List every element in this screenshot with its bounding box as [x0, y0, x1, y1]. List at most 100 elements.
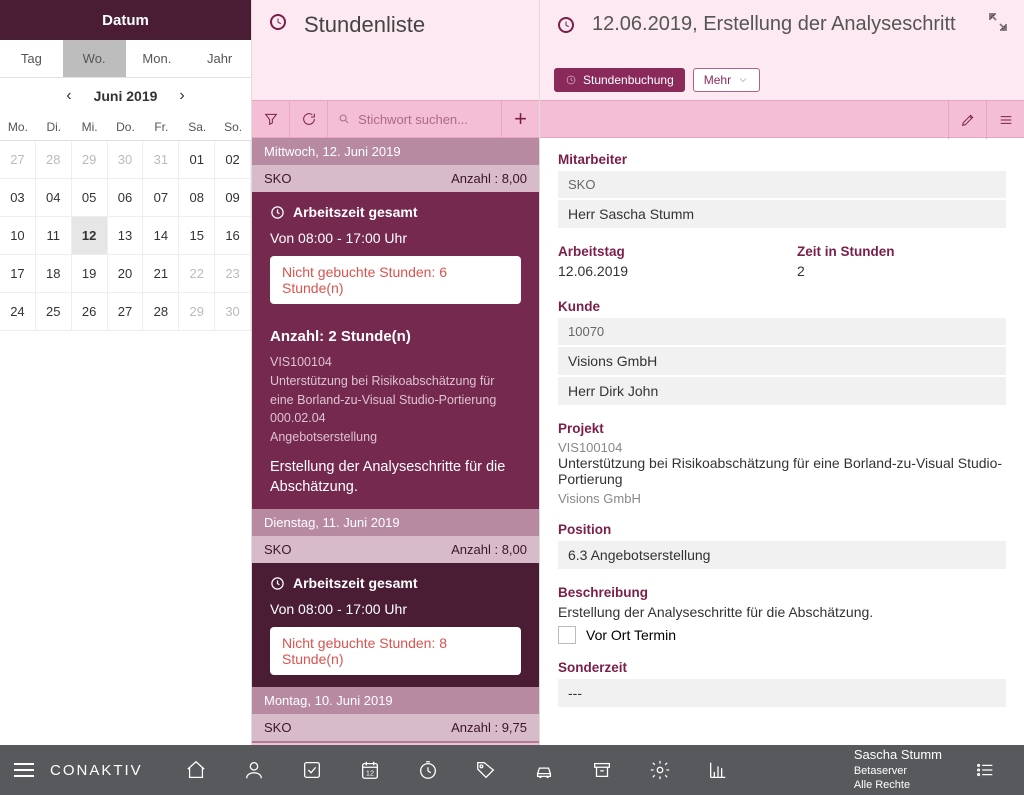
label-beschreibung: Beschreibung [558, 585, 1006, 600]
calendar-day[interactable]: 31 [143, 141, 179, 179]
gear-icon[interactable] [635, 745, 685, 795]
calendar-icon[interactable]: 12 [345, 745, 395, 795]
menu-icon[interactable] [14, 763, 34, 777]
chart-icon[interactable] [693, 745, 743, 795]
timer-nav-icon[interactable] [403, 745, 453, 795]
calendar-day[interactable]: 02 [215, 141, 251, 179]
calendar-day[interactable]: 17 [0, 255, 36, 293]
detail-title: 12.06.2019, Erstellung der Analyseschrit… [592, 13, 972, 36]
calendar-day[interactable]: 05 [72, 179, 108, 217]
refresh-button[interactable] [290, 100, 328, 138]
calendar-day[interactable]: 11 [36, 217, 72, 255]
calendar-day[interactable]: 27 [108, 293, 144, 331]
calendar-day[interactable]: 25 [36, 293, 72, 331]
vorort-checkbox[interactable] [558, 626, 576, 644]
calendar-day[interactable]: 01 [179, 141, 215, 179]
month-label: Juni 2019 [94, 88, 158, 104]
calendar-day[interactable]: 04 [36, 179, 72, 217]
calendar-day[interactable]: 30 [108, 141, 144, 179]
calendar-day[interactable]: 16 [215, 217, 251, 255]
calendar-day[interactable]: 20 [108, 255, 144, 293]
day-header: Montag, 10. Juni 2019 [252, 687, 539, 714]
timer-icon [565, 74, 577, 86]
calendar-day[interactable]: 14 [143, 217, 179, 255]
calendar-day[interactable]: 24 [0, 293, 36, 331]
timer-icon [554, 13, 578, 37]
employee-count: Anzahl : 8,00 [451, 542, 527, 557]
prev-month-icon[interactable]: ‹ [66, 87, 71, 105]
worktime-block[interactable]: Arbeitszeit gesamt Von 08:00 - 17:00 Uhr… [252, 563, 539, 687]
tab-year[interactable]: Jahr [188, 40, 251, 77]
server-name: Betaserver [854, 764, 942, 778]
worktime-range: Von 08:00 - 17:00 Uhr [270, 601, 521, 617]
calendar-day[interactable]: 09 [215, 179, 251, 217]
menu-button[interactable] [986, 101, 1024, 139]
calendar-day[interactable]: 28 [36, 141, 72, 179]
label-position: Position [558, 522, 1006, 537]
weekday-header: Mo.Di.Mi.Do.Fr.Sa.So. [0, 114, 251, 141]
calendar-day[interactable]: 21 [143, 255, 179, 293]
arbeitstag-value: 12.06.2019 [558, 263, 767, 279]
search-input[interactable] [358, 112, 491, 127]
day-header: Dienstag, 11. Juni 2019 [252, 509, 539, 536]
calendar-day[interactable]: 18 [36, 255, 72, 293]
label-zeit: Zeit in Stunden [797, 244, 1006, 259]
calendar-day[interactable]: 07 [143, 179, 179, 217]
search-icon [338, 112, 350, 126]
tab-week[interactable]: Wo. [63, 40, 126, 77]
entry-code: VIS100104 [270, 353, 521, 372]
entry-project: Unterstützung bei Risikoabschätzung für … [270, 372, 521, 410]
filter-button[interactable] [252, 100, 290, 138]
time-entry[interactable]: Anzahl: 2 Stunde(n) VIS100104 Unterstütz… [252, 316, 539, 509]
weekday-label: So. [215, 114, 251, 140]
calendar-day[interactable]: 23 [215, 255, 251, 293]
label-mitarbeiter: Mitarbeiter [558, 152, 1006, 167]
calendar-day[interactable]: 12 [72, 217, 108, 255]
home-icon[interactable] [171, 745, 221, 795]
calendar-day[interactable]: 22 [179, 255, 215, 293]
projekt-firma: Visions GmbH [558, 491, 1006, 506]
tab-more[interactable]: Mehr [693, 68, 760, 92]
calendar-day[interactable]: 03 [0, 179, 36, 217]
bottom-bar: conaktiv 12 Sascha Stumm Betaserver Alle… [0, 745, 1024, 795]
list-icon[interactable] [960, 745, 1010, 795]
calendar-day[interactable]: 26 [72, 293, 108, 331]
person-icon[interactable] [229, 745, 279, 795]
calendar-day[interactable]: 30 [215, 293, 251, 331]
weekday-label: Do. [108, 114, 144, 140]
mid-title: Stundenliste [304, 10, 425, 38]
expand-icon[interactable] [986, 10, 1010, 39]
calendar-day[interactable]: 29 [72, 141, 108, 179]
app-logo: conaktiv [50, 762, 143, 779]
calendar-day[interactable]: 27 [0, 141, 36, 179]
employee-row[interactable]: SKO Anzahl : 8,00 [252, 165, 539, 192]
projekt-code: VIS100104 [558, 440, 1006, 455]
calendar-day[interactable]: 06 [108, 179, 144, 217]
worktime-block[interactable]: Arbeitszeit gesamt Von 08:00 - 17:00 Uhr… [252, 192, 539, 316]
employee-row[interactable]: SKO Anzahl : 8,00 [252, 536, 539, 563]
edit-button[interactable] [948, 101, 986, 139]
car-icon[interactable] [519, 745, 569, 795]
calendar-day[interactable]: 29 [179, 293, 215, 331]
next-month-icon[interactable]: › [179, 87, 184, 105]
label-kunde: Kunde [558, 299, 1006, 314]
user-info: Sascha Stumm Betaserver Alle Rechte [854, 747, 942, 792]
tab-stundenbuchung[interactable]: Stundenbuchung [554, 68, 685, 92]
employee-row[interactable]: SKO Anzahl : 9,75 [252, 714, 539, 741]
tab-day[interactable]: Tag [0, 40, 63, 77]
weekday-label: Fr. [143, 114, 179, 140]
add-button[interactable]: + [501, 100, 539, 138]
worktime-range: Von 08:00 - 17:00 Uhr [270, 230, 521, 246]
calendar-day[interactable]: 15 [179, 217, 215, 255]
day-header: Mittwoch, 12. Juni 2019 [252, 138, 539, 165]
calendar-day[interactable]: 08 [179, 179, 215, 217]
calendar-day[interactable]: 13 [108, 217, 144, 255]
calendar-day[interactable]: 28 [143, 293, 179, 331]
weekday-label: Mi. [72, 114, 108, 140]
archive-icon[interactable] [577, 745, 627, 795]
check-icon[interactable] [287, 745, 337, 795]
tab-month[interactable]: Mon. [126, 40, 189, 77]
calendar-day[interactable]: 19 [72, 255, 108, 293]
tag-icon[interactable] [461, 745, 511, 795]
calendar-day[interactable]: 10 [0, 217, 36, 255]
